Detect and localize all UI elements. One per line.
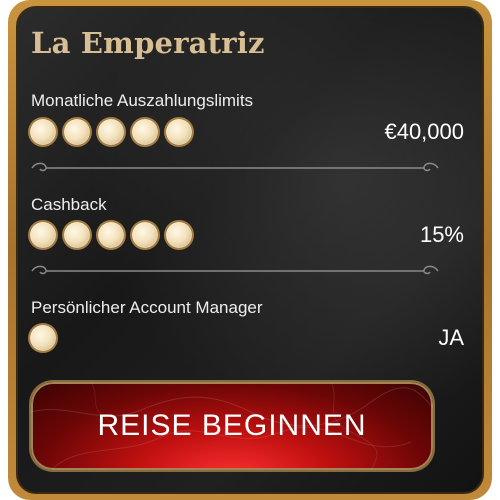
rating-dot: [30, 119, 56, 145]
row-label-cashback: Cashback: [31, 195, 107, 214]
rating-dot: [98, 119, 124, 145]
start-journey-button[interactable]: REISE BEGINNEN: [31, 382, 433, 470]
rating-dot: [30, 325, 56, 351]
rating-dot: [64, 222, 90, 248]
start-journey-label: REISE BEGINNEN: [97, 409, 367, 442]
rating-dots-account-manager: [30, 325, 56, 351]
ornament-divider: [31, 162, 439, 172]
rating-dots-withdrawal-limit: [30, 119, 192, 145]
rating-dot: [166, 222, 192, 248]
row-value-account-manager: JA: [438, 325, 464, 350]
ornament-divider: [31, 265, 439, 275]
row-label-withdrawal-limit: Monatliche Auszahlungslimits: [31, 91, 254, 110]
rating-dot: [166, 119, 192, 145]
row-value-cashback: 15%: [419, 222, 464, 247]
rating-dot: [132, 222, 158, 248]
rating-dot: [30, 222, 56, 248]
row-label-account-manager: Persönlicher Account Manager: [31, 298, 263, 317]
rating-dot: [132, 119, 158, 145]
rating-dots-cashback: [30, 222, 192, 248]
row-value-withdrawal-limit: €40,000: [384, 119, 464, 144]
tier-title: La Emperatriz: [31, 26, 265, 60]
rating-dot: [98, 222, 124, 248]
rating-dot: [64, 119, 90, 145]
